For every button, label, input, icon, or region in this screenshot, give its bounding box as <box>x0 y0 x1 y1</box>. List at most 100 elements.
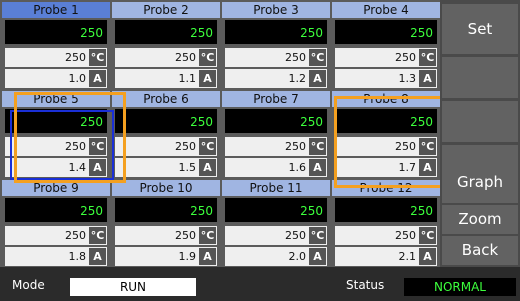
graph-button[interactable]: Graph <box>442 161 518 203</box>
probe-panel-9[interactable]: Probe 9 250 250 °C 1.8 A <box>2 180 110 267</box>
probe-title: Probe 1 <box>2 2 110 18</box>
status-bar: Mode RUN Status NORMAL <box>0 270 520 301</box>
probe-value-display: 250 <box>335 109 437 133</box>
temperature-row: 250 °C <box>335 137 437 156</box>
probe-panel-4[interactable]: Probe 4 250 250 °C 1.3 A <box>332 2 440 89</box>
probe-value-display: 250 <box>335 198 437 222</box>
amp-unit-badge: A <box>89 248 106 265</box>
temperature-row: 250 °C <box>335 226 437 245</box>
probe-panel-10[interactable]: Probe 10 250 250 °C 1.9 A <box>112 180 220 267</box>
probe-title: Probe 10 <box>112 180 220 196</box>
celsius-unit-badge: °C <box>419 138 436 155</box>
amp-unit-badge: A <box>309 70 326 87</box>
temperature-value: 250 <box>285 51 306 64</box>
current-value: 1.7 <box>398 161 417 174</box>
amp-unit-badge: A <box>89 159 106 176</box>
status-value: NORMAL <box>404 278 516 296</box>
probe-panel-7[interactable]: Probe 7 250 250 °C 1.6 A <box>222 91 330 178</box>
current-row: 1.9 A <box>115 247 217 266</box>
current-row: 1.1 A <box>115 69 217 88</box>
probe-value-display: 250 <box>115 109 217 133</box>
probe-title: Probe 8 <box>332 91 440 107</box>
probe-panel-6[interactable]: Probe 6 250 250 °C 1.5 A <box>112 91 220 178</box>
current-row: 1.0 A <box>5 69 107 88</box>
probe-title: Probe 11 <box>222 180 330 196</box>
current-row: 2.0 A <box>225 247 327 266</box>
current-row: 1.8 A <box>5 247 107 266</box>
probe-title: Probe 2 <box>112 2 220 18</box>
probe-value-display: 250 <box>5 198 107 222</box>
probe-title: Probe 3 <box>222 2 330 18</box>
celsius-unit-badge: °C <box>419 227 436 244</box>
amp-unit-badge: A <box>199 70 216 87</box>
amp-unit-badge: A <box>199 159 216 176</box>
status-label: Status <box>346 278 385 292</box>
celsius-unit-badge: °C <box>199 227 216 244</box>
current-value: 1.6 <box>288 161 307 174</box>
celsius-unit-badge: °C <box>419 49 436 66</box>
amp-unit-badge: A <box>89 70 106 87</box>
current-row: 2.1 A <box>335 247 437 266</box>
probe-value-display: 250 <box>115 20 217 44</box>
temperature-value: 250 <box>395 140 416 153</box>
probe-title: Probe 7 <box>222 91 330 107</box>
temperature-value: 250 <box>65 229 86 242</box>
celsius-unit-badge: °C <box>199 138 216 155</box>
probe-panel-8[interactable]: Probe 8 250 250 °C 1.7 A <box>332 91 440 178</box>
probe-grid: Probe 1 250 250 °C 1.0 A Probe 2 250 250… <box>0 0 444 267</box>
current-value: 1.8 <box>68 250 87 263</box>
probe-panel-11[interactable]: Probe 11 250 250 °C 2.0 A <box>222 180 330 267</box>
temperature-row: 250 °C <box>115 226 217 245</box>
temperature-value: 250 <box>285 140 306 153</box>
current-row: 1.5 A <box>115 158 217 177</box>
probe-title: Probe 9 <box>2 180 110 196</box>
current-row: 1.6 A <box>225 158 327 177</box>
set-button[interactable]: Set <box>442 4 518 54</box>
current-value: 1.5 <box>178 161 197 174</box>
celsius-unit-badge: °C <box>309 49 326 66</box>
current-value: 1.2 <box>288 72 307 85</box>
celsius-unit-badge: °C <box>89 227 106 244</box>
temperature-row: 250 °C <box>225 226 327 245</box>
current-value: 1.1 <box>178 72 197 85</box>
current-value: 2.0 <box>288 250 307 263</box>
probe-title: Probe 12 <box>332 180 440 196</box>
celsius-unit-badge: °C <box>89 138 106 155</box>
temperature-row: 250 °C <box>115 48 217 67</box>
temperature-value: 250 <box>65 140 86 153</box>
probe-panel-1[interactable]: Probe 1 250 250 °C 1.0 A <box>2 2 110 89</box>
temperature-value: 250 <box>395 229 416 242</box>
temperature-value: 250 <box>65 51 86 64</box>
amp-unit-badge: A <box>199 248 216 265</box>
probe-value-display: 250 <box>225 20 327 44</box>
probe-value-display: 250 <box>225 109 327 133</box>
amp-unit-badge: A <box>419 159 436 176</box>
probe-panel-3[interactable]: Probe 3 250 250 °C 1.2 A <box>222 2 330 89</box>
amp-unit-badge: A <box>419 70 436 87</box>
temperature-value: 250 <box>175 229 196 242</box>
probe-value-display: 250 <box>5 109 107 133</box>
temperature-row: 250 °C <box>335 48 437 67</box>
current-value: 1.9 <box>178 250 197 263</box>
temperature-row: 250 °C <box>225 137 327 156</box>
sidebar-blank-button-2[interactable] <box>442 101 518 142</box>
zoom-button[interactable]: Zoom <box>442 205 518 234</box>
current-row: 1.7 A <box>335 158 437 177</box>
mode-value: RUN <box>70 278 196 296</box>
probe-panel-12[interactable]: Probe 12 250 250 °C 2.1 A <box>332 180 440 267</box>
temperature-value: 250 <box>175 51 196 64</box>
probe-title: Probe 4 <box>332 2 440 18</box>
probe-value-display: 250 <box>335 20 437 44</box>
current-value: 1.0 <box>68 72 87 85</box>
sidebar-blank-button-1[interactable] <box>442 57 518 98</box>
probe-panel-5[interactable]: Probe 5 250 250 °C 1.4 A <box>2 91 110 178</box>
temperature-row: 250 °C <box>5 226 107 245</box>
temperature-value: 250 <box>175 140 196 153</box>
back-button[interactable]: Back <box>442 236 518 265</box>
temperature-row: 250 °C <box>115 137 217 156</box>
temperature-value: 250 <box>395 51 416 64</box>
probe-panel-2[interactable]: Probe 2 250 250 °C 1.1 A <box>112 2 220 89</box>
amp-unit-badge: A <box>309 159 326 176</box>
celsius-unit-badge: °C <box>89 49 106 66</box>
mode-label: Mode <box>12 278 45 292</box>
